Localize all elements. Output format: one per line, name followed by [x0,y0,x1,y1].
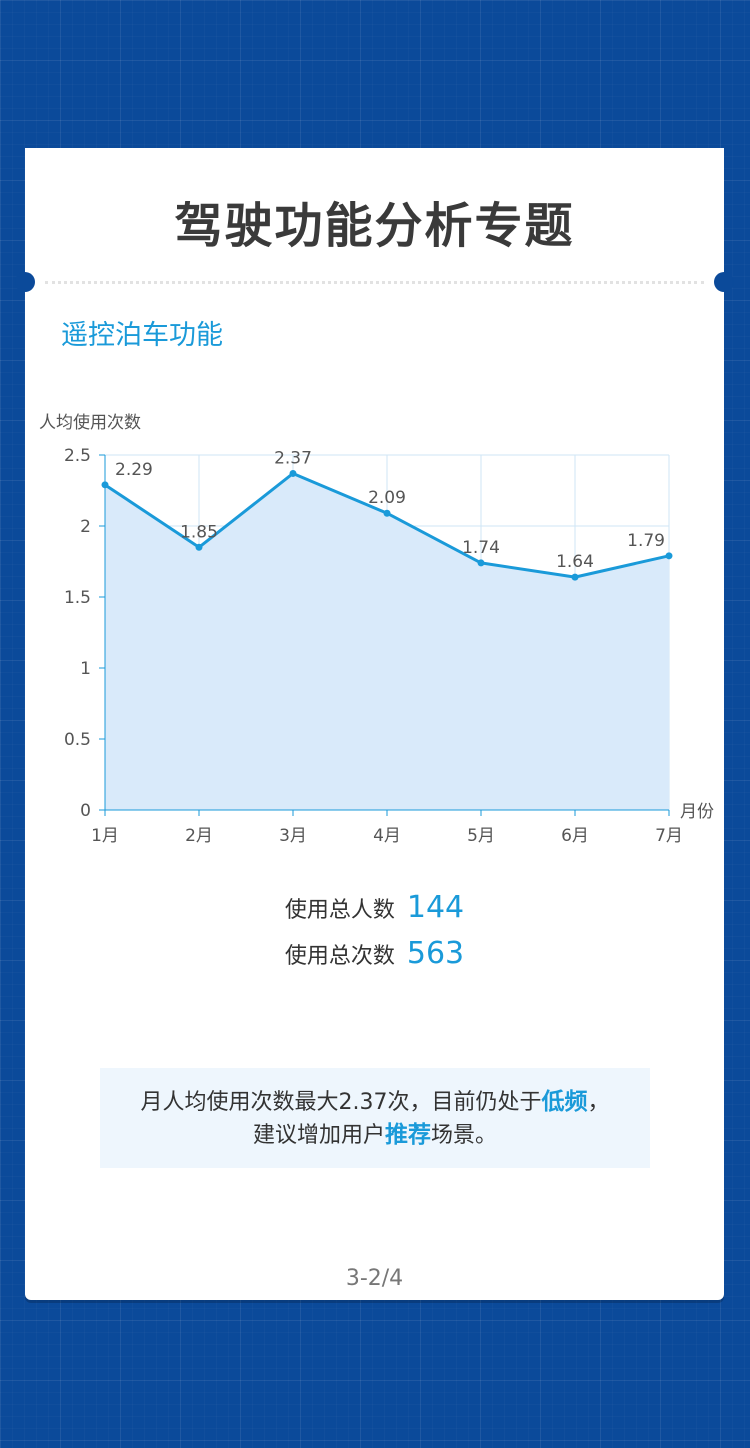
chart-x-tick-label: 1月 [91,826,119,846]
chart-data-point [289,469,297,477]
page-indicator: 3-2/4 [345,1266,404,1291]
chart-data-point [571,573,579,581]
content-card: 驾驶功能分析专题 遥控泊车功能 0 0.5 1 1.5 2 2.5 1月 2月 3月 4月 5月 6月… [15,148,734,1300]
chart-data-label: 2.09 [368,488,406,508]
chart-x-axis-label: 月份 [680,802,714,822]
note-text: 建议增加用户 [252,1123,385,1148]
chart-y-tick-label: 0.5 [64,730,91,750]
chart-y-tick-label: 1.5 [64,588,91,608]
chart-data-label: 2.37 [274,448,312,468]
chart-y-axis-label: 人均使用次数 [39,412,141,433]
chart-data-point [477,559,485,567]
chart-y-tick-label: 2 [80,517,91,537]
chart-data-point [383,509,391,517]
stat-count-value: 563 [406,936,465,971]
chart-y-tick-label: 0 [80,801,91,821]
stat-total-users: 使用总人数 144 [25,890,724,936]
chart-y-tick-label: 1 [80,659,91,679]
note-line-1: 月人均使用次数最大2.37次，目前仍处于低频， [100,1086,650,1119]
stats-block: 使用总人数 144 使用总次数 563 [25,890,724,982]
stat-users-value: 144 [406,890,465,925]
note-highlight: 推荐 [385,1122,431,1148]
area-chart: 0 0.5 1 1.5 2 2.5 1月 2月 3月 4月 5月 6月 7月 2.29 1.85 2.37 2… [39,412,714,846]
chart-data-label: 1.64 [556,552,594,572]
chart-data-point [665,552,673,560]
chart-data-point [195,543,203,551]
chart-y-tick-label: 2.5 [64,446,91,466]
note-text: 月人均使用次数最大2.37次，目前仍处于 [140,1090,542,1115]
stat-users-label: 使用总人数 [284,898,395,923]
chart-data-label: 1.79 [627,531,665,551]
chart-x-tick-label: 4月 [373,826,401,846]
chart-data-point [101,481,109,489]
note-text: ， [587,1090,610,1115]
chart-data-label: 1.74 [462,538,500,558]
insight-note: 月人均使用次数最大2.37次，目前仍处于低频， 建议增加用户推荐场景。 [100,1068,650,1168]
chart-data-label: 2.29 [115,460,153,480]
chart-x-tick-label: 5月 [467,826,495,846]
chart-x-tick-label: 2月 [185,826,213,846]
note-line-2: 建议增加用户推荐场景。 [100,1119,650,1152]
chart-x-tick-label: 3月 [279,826,307,846]
note-highlight: 低频 [541,1089,588,1115]
chart-data-label: 1.85 [180,522,218,542]
stat-total-count: 使用总次数 563 [25,936,724,982]
chart-x-tick-label: 6月 [561,826,589,846]
stat-count-label: 使用总次数 [284,944,395,969]
chart-x-tick-label: 7月 [655,826,683,846]
note-text: 场景。 [431,1123,498,1148]
